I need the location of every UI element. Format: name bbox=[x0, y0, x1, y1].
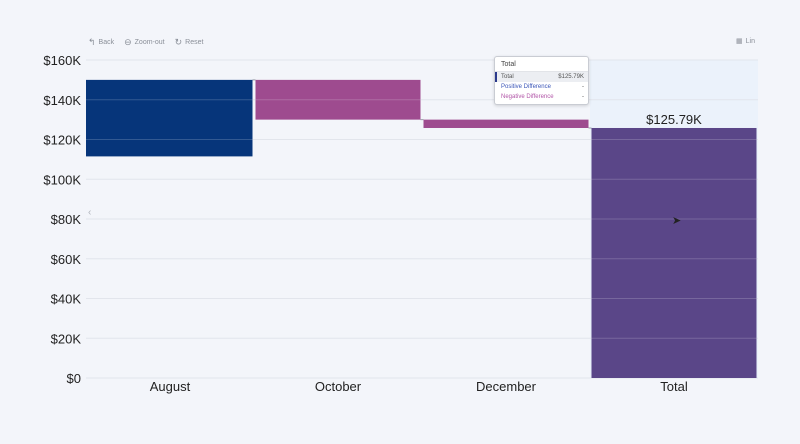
tooltip-row-value: - bbox=[582, 84, 584, 90]
y-tick-label: $140K bbox=[43, 93, 81, 108]
y-tick-label: $80K bbox=[51, 212, 82, 227]
bar-december bbox=[423, 119, 589, 128]
tooltip-row-label: Total bbox=[501, 74, 514, 80]
tooltip-row-positive: Positive Difference - bbox=[495, 82, 588, 92]
y-tick-label: $120K bbox=[43, 133, 81, 148]
bar-total bbox=[591, 127, 757, 379]
y-tick-label: $100K bbox=[43, 172, 81, 187]
x-tick-label: Total bbox=[660, 379, 688, 394]
tooltip-row-negative: Negative Difference - bbox=[495, 92, 588, 102]
tooltip-row-value: $125.79K bbox=[558, 74, 584, 80]
tooltip-row-value: - bbox=[582, 94, 584, 100]
x-tick-label: October bbox=[315, 379, 362, 394]
y-tick-label: $160K bbox=[43, 53, 81, 68]
mouse-cursor-icon: ➤ bbox=[672, 215, 682, 227]
y-tick-label: $40K bbox=[51, 292, 82, 307]
y-tick-label: $20K bbox=[51, 331, 82, 346]
tooltip-row-total: Total $125.79K bbox=[495, 72, 588, 82]
chart-tooltip: Total Total $125.79K Positive Difference… bbox=[494, 56, 589, 105]
x-tick-label: December bbox=[476, 379, 537, 394]
tooltip-title: Total bbox=[495, 57, 588, 72]
tooltip-row-label: Negative Difference bbox=[501, 94, 554, 100]
y-tick-label: $60K bbox=[51, 252, 82, 267]
tooltip-row-label: Positive Difference bbox=[501, 84, 551, 90]
scroll-left-icon[interactable]: ‹ bbox=[88, 207, 91, 218]
total-data-label: $125.79K bbox=[646, 112, 702, 127]
y-tick-label: $0 bbox=[67, 371, 81, 386]
bar-august bbox=[86, 79, 253, 157]
x-tick-label: August bbox=[150, 379, 191, 394]
